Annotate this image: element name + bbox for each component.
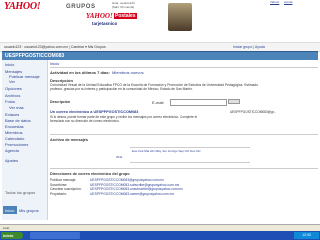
ad-logo: YAHOO! xyxy=(86,12,113,20)
month-label[interactable]: Ene xyxy=(132,149,137,153)
messages-title: Archivo de mensajes xyxy=(50,138,88,142)
month-label[interactable]: Nov xyxy=(190,149,195,153)
group-title[interactable]: UESPFPGOSTICCOM083 xyxy=(5,53,64,59)
sidebar: Inicio Mensajes Publicar mensaje Ver Opc… xyxy=(2,60,48,220)
taskbar-window-button[interactable] xyxy=(30,232,80,239)
month-label[interactable]: Sep xyxy=(178,149,183,153)
activity-link[interactable]: Miembros nuevos xyxy=(112,70,144,75)
sidebar-tab-mis-grupos[interactable]: Mis grupos xyxy=(19,208,39,213)
divider xyxy=(50,168,318,169)
sidebar-item-agenda[interactable]: Agenda xyxy=(5,148,19,153)
sidebar-subitem-ver-mas[interactable]: Ver más xyxy=(9,105,24,110)
address-label: Cancelar suscripción: xyxy=(50,187,82,191)
sidebar-item-inicio[interactable]: Inicio xyxy=(5,62,14,67)
address-link[interactable]: UESPFPGOSTICCOM083-owner@gruposyahoo.com… xyxy=(90,192,183,197)
breadcrumb[interactable]: Inicio xyxy=(50,61,59,66)
sidebar-tab-active[interactable]: Inicio xyxy=(3,206,17,214)
start-button[interactable]: Inicio xyxy=(1,232,23,239)
account-links[interactable]: Iniciar grupo | Ayuda xyxy=(233,45,265,49)
sidebar-item-fotos[interactable]: Fotos xyxy=(5,99,15,104)
sidebar-item-enlaces[interactable]: Enlaces xyxy=(5,112,19,117)
month-label[interactable]: Mar xyxy=(144,149,149,153)
sidebar-item-ajustes[interactable]: Ajustes xyxy=(5,158,18,163)
month-label[interactable]: Oct xyxy=(185,149,190,153)
month-label[interactable]: Abr xyxy=(150,149,155,153)
taskbar-clock: 12:00 xyxy=(294,232,319,239)
top-link-help[interactable]: Ayuda xyxy=(284,0,292,4)
description-text: Comunidad Virtual de la Unidad Educativa… xyxy=(50,83,258,91)
user-account-links[interactable]: [Salir, Mi cuenta] xyxy=(112,5,135,10)
sidebar-subitem-ver[interactable]: Ver xyxy=(9,79,15,84)
ad-tagline: tarjetasnico xyxy=(92,21,118,26)
ad-banner[interactable]: YAHOO! Postales tarjetasnico xyxy=(86,12,170,34)
sidebar-item-promociones[interactable]: Promociones xyxy=(5,142,28,147)
archive-year: 2011 xyxy=(116,155,123,159)
address-label: Propietario: xyxy=(50,191,67,196)
sidebar-item-base-datos[interactable]: Base de datos xyxy=(5,118,31,123)
month-label[interactable]: Ago xyxy=(172,149,177,153)
user-greeting: Hola, usuario123 [Salir, Mi cuenta] xyxy=(112,1,135,10)
address-labels: Publicar mensaje: Suscribirse: Cancelar … xyxy=(50,178,82,196)
month-label[interactable]: May xyxy=(156,149,162,153)
addresses-title: Direcciones de correo electrónico del gr… xyxy=(50,172,130,176)
month-label[interactable]: Feb xyxy=(138,149,143,153)
subscribe-text: Si lo desea, puede formar parte de este … xyxy=(50,115,198,123)
description-subtitle: Descripción xyxy=(50,100,71,104)
account-info[interactable]: usuario123 · usuario123@yahoo.com.mx | C… xyxy=(4,45,106,49)
sidebar-item-calendario[interactable]: Calendario xyxy=(5,136,24,141)
address-values: UESPFPGOSTICCOM083@gruposyahoo.com.mx UE… xyxy=(90,178,183,196)
section-title: GRUPOS xyxy=(66,4,96,10)
message-archive: Ene Feb Mar Abr May Jun Jul Ago Sep Oct … xyxy=(116,147,250,163)
subscribe-title[interactable]: Un correo electrónico a UESPFPGOSTICCOM0… xyxy=(50,110,138,114)
email-label: E-mail: xyxy=(152,100,165,105)
sidebar-item-encuestas[interactable]: Encuestas xyxy=(5,124,24,129)
group-title-bar: UESPFPGOSTICCOM083 xyxy=(2,51,318,60)
ad-photo[interactable] xyxy=(168,3,192,31)
divider xyxy=(50,67,318,68)
sidebar-item-opciones[interactable]: Opciones xyxy=(5,86,22,91)
yahoo-logo[interactable]: YAHOO! xyxy=(4,1,41,12)
address-link[interactable]: UESPFPGOSTICCOM083-unsubscribe@gruposyah… xyxy=(90,187,183,192)
group-email-address[interactable]: UESPFPGOSTICCOM083@gr... xyxy=(230,110,276,114)
email-submit-button[interactable] xyxy=(228,99,240,104)
archive-months: Ene Feb Mar Abr May Jun Jul Ago Sep Oct … xyxy=(132,149,201,153)
month-label[interactable]: Dic xyxy=(196,149,200,153)
sidebar-footer-todos[interactable]: Todos los grupos xyxy=(5,190,35,195)
sidebar-tab-label: Inicio xyxy=(5,207,15,213)
email-input[interactable] xyxy=(170,99,227,106)
taskbar: Inicio 12:00 xyxy=(0,231,320,240)
top-links: Yahoo! Ayuda xyxy=(270,0,296,4)
top-link-yahoo[interactable]: Yahoo! xyxy=(270,0,279,4)
month-label[interactable]: Jun xyxy=(162,149,167,153)
sidebar-item-miembros[interactable]: Miembros xyxy=(5,130,23,135)
sidebar-item-archivos[interactable]: Archivos xyxy=(5,93,20,98)
main-content: Inicio Actividad en los últimos 7 días: … xyxy=(50,60,318,220)
activity-label: Actividad en los últimos 7 días: xyxy=(50,70,110,75)
ad-product: Postales xyxy=(114,12,137,19)
status-text: Listo xyxy=(3,226,10,230)
divider xyxy=(50,134,318,135)
